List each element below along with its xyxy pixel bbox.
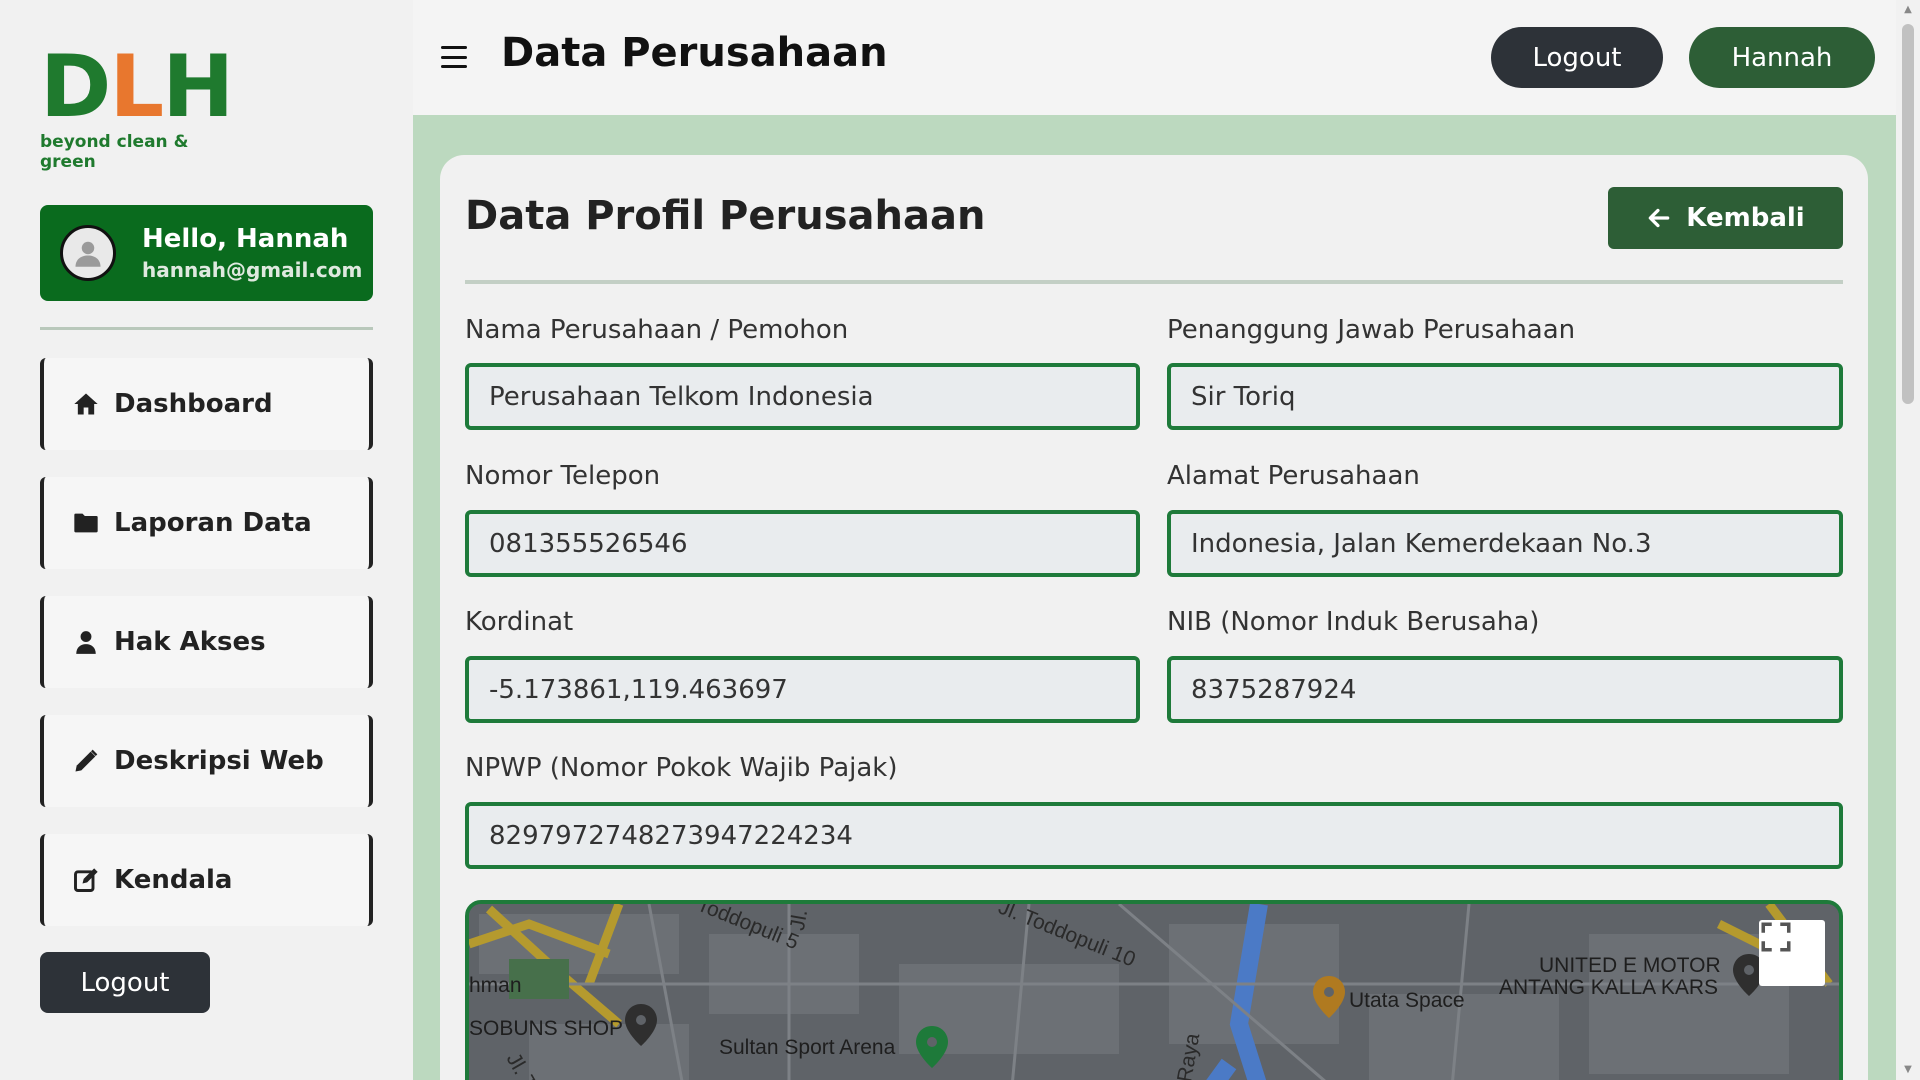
logo-letter-l: L [109, 37, 164, 137]
sidebar-divider [40, 327, 373, 330]
dlh-logo: DLH beyond clean & green [40, 44, 240, 172]
person-in-charge-field[interactable]: Sir Toriq [1167, 363, 1843, 430]
person-in-charge-label: Penanggung Jawab Perusahaan [1167, 315, 1576, 345]
map-place-label: hman [469, 974, 522, 997]
logo-letter-d: D [40, 37, 111, 137]
nib-field[interactable]: 8375287924 [1167, 656, 1843, 723]
coordinate-field[interactable]: -5.173861,119.463697 [465, 656, 1140, 723]
nib-label: NIB (Nomor Induk Berusaha) [1167, 607, 1540, 637]
pencil-icon [72, 747, 100, 775]
company-name-field[interactable]: Perusahaan Telkom Indonesia [465, 363, 1140, 430]
user-icon [72, 628, 100, 656]
back-button[interactable]: Kembali [1608, 187, 1843, 249]
header-logout-button[interactable]: Logout [1491, 27, 1663, 88]
logo-letter-h: H [162, 37, 234, 137]
user-email: hannah@gmail.com [142, 258, 363, 282]
avatar [60, 225, 116, 281]
sidebar-item-label: Dashboard [114, 389, 273, 419]
card-divider [465, 280, 1843, 284]
address-field[interactable]: Indonesia, Jalan Kemerdekaan No.3 [1167, 510, 1843, 577]
map-fullscreen-button[interactable] [1759, 920, 1825, 986]
fullscreen-icon [1761, 922, 1791, 952]
page-title: Data Perusahaan [501, 30, 888, 76]
logo-tagline: beyond clean & green [40, 132, 189, 172]
sidebar-item-label: Kendala [114, 865, 233, 895]
sidebar-item-dashboard[interactable]: Dashboard [40, 358, 373, 450]
user-greeting: Hello, Hannah [142, 224, 349, 254]
sidebar-item-deskripsi-web[interactable]: Deskripsi Web [40, 715, 373, 807]
map-place-label: Sultan Sport Arena [719, 1036, 896, 1059]
sidebar-logout-button[interactable]: Logout [40, 952, 210, 1013]
user-card: Hello, Hannah hannah@gmail.com [40, 205, 373, 301]
scroll-down-arrow-icon[interactable]: ▼ [1902, 1064, 1914, 1076]
coordinate-label: Kordinat [465, 607, 574, 637]
company-name-label: Nama Perusahaan / Pemohon [465, 315, 849, 345]
company-profile-card: Data Profil Perusahaan Kembali Nama Peru… [440, 155, 1868, 1080]
location-map[interactable]: Toddopuli 5 Jl. Jl. Toddopuli 10 hman SO… [465, 900, 1843, 1080]
home-icon [72, 390, 100, 418]
edit-icon [72, 866, 100, 894]
avatar-icon [75, 241, 101, 267]
scroll-up-arrow-icon[interactable]: ▲ [1902, 4, 1914, 16]
map-place-label: UNITED E MOTOR [1539, 954, 1721, 977]
back-button-label: Kembali [1686, 203, 1805, 233]
sidebar-item-laporan-data[interactable]: Laporan Data [40, 477, 373, 569]
npwp-field[interactable]: 829797274827394722423​4 [465, 802, 1843, 869]
user-menu-button[interactable]: Hannah [1689, 27, 1875, 88]
folder-icon [72, 509, 100, 537]
address-label: Alamat Perusahaan [1167, 461, 1420, 491]
sidebar: DLH beyond clean & green Hello, Hannah h… [0, 0, 413, 1080]
map-street-label: Jl. [785, 907, 813, 933]
phone-label: Nomor Telepon [465, 461, 661, 491]
phone-field[interactable]: 081355526546 [465, 510, 1140, 577]
sidebar-item-label: Laporan Data [114, 508, 312, 538]
sidebar-item-label: Hak Akses [114, 627, 266, 657]
logo-wordmark: DLH [40, 44, 240, 130]
map-place-label: SOBUNS SHOP [469, 1017, 624, 1040]
sidebar-item-label: Deskripsi Web [114, 746, 324, 776]
sidebar-item-kendala[interactable]: Kendala [40, 834, 373, 926]
hamburger-menu-icon[interactable] [441, 46, 467, 68]
npwp-label: NPWP (Nomor Pokok Wajib Pajak) [465, 753, 898, 783]
sidebar-item-hak-akses[interactable]: Hak Akses [40, 596, 373, 688]
arrow-left-icon [1649, 208, 1670, 228]
map-place-label: Utata Space [1349, 989, 1465, 1012]
map-place-label: ANTANG KALLA KARS [1499, 976, 1719, 999]
card-title: Data Profil Perusahaan [465, 193, 986, 239]
top-header: Data Perusahaan Logout Hannah [413, 0, 1896, 115]
scroll-thumb[interactable] [1902, 24, 1914, 404]
user-info: Hello, Hannah hannah@gmail.com [142, 224, 362, 282]
page-scrollbar[interactable]: ▲ ▼ [1896, 0, 1920, 1080]
